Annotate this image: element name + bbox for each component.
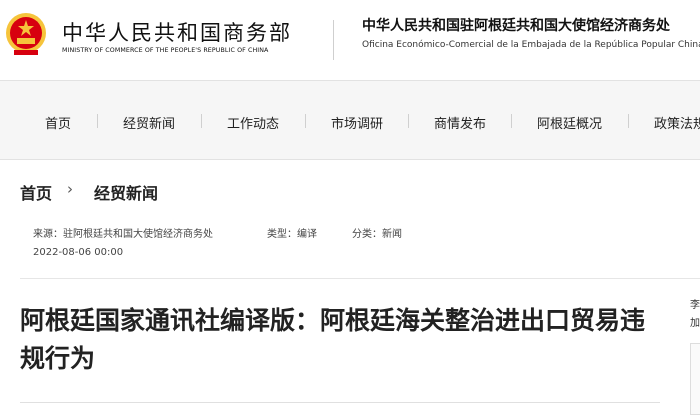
nav-item-policies[interactable]: 政策法规 (654, 113, 700, 132)
ministry-name-en: MINISTRY OF COMMERCE OF THE PEOPLE'S REP… (62, 47, 269, 54)
national-emblem-icon[interactable] (4, 12, 48, 58)
sidebar-text[interactable]: 李 (690, 296, 700, 311)
breadcrumb-current[interactable]: 经贸新闻 (94, 180, 158, 204)
nav-separator (97, 114, 98, 128)
sidebar-text[interactable]: 加 (690, 314, 700, 329)
article-source: 来源：驻阿根廷共和国大使馆经济商务处 (33, 229, 213, 240)
embassy-name-cn[interactable]: 中华人民共和国驻阿根廷共和国大使馆经济商务处 (362, 15, 670, 35)
nav-item-market-research[interactable]: 市场调研 (331, 113, 383, 132)
article-type: 类型：编译 (267, 229, 317, 240)
nav-separator (305, 114, 306, 128)
article-date: 2022-08-06 00:00 (33, 247, 124, 258)
nav-item-business-info[interactable]: 商情发布 (434, 113, 486, 132)
nav-item-home[interactable]: 首页 (45, 113, 71, 132)
nav-separator (511, 114, 512, 128)
article-title: 阿根廷国家通讯社编译版：阿根廷海关整治进出口贸易违规行为 (20, 306, 646, 373)
divider (20, 402, 660, 403)
nav-separator (201, 114, 202, 128)
nav-item-work-updates[interactable]: 工作动态 (227, 113, 279, 132)
divider (20, 278, 700, 279)
sidebar-panel (690, 343, 700, 415)
article-category: 分类：新闻 (352, 229, 402, 240)
breadcrumb-home[interactable]: 首页 (20, 180, 52, 204)
nav-separator (628, 114, 629, 128)
header-divider (333, 20, 334, 60)
embassy-name-es: Oficina Económico-Comercial de la Embaja… (362, 40, 700, 50)
chevron-right-icon: › (67, 180, 73, 198)
site-header: 中华人民共和国商务部 MINISTRY OF COMMERCE OF THE P… (0, 0, 700, 80)
nav-item-trade-news[interactable]: 经贸新闻 (123, 113, 175, 132)
main-nav: 首页 经贸新闻 工作动态 市场调研 商情发布 阿根廷概况 政策法规 (0, 80, 700, 160)
nav-separator (408, 114, 409, 128)
ministry-name-cn[interactable]: 中华人民共和国商务部 (62, 17, 292, 47)
nav-item-argentina-overview[interactable]: 阿根廷概况 (537, 113, 602, 132)
